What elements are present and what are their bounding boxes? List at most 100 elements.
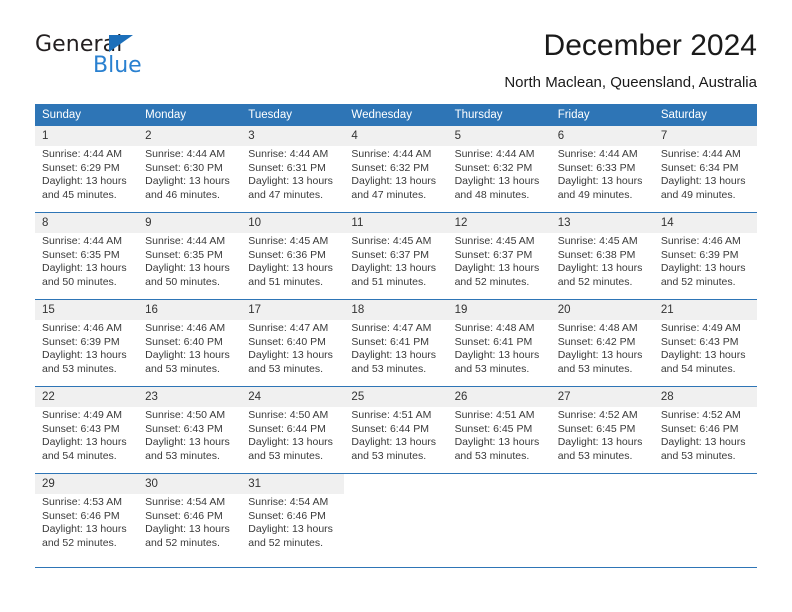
daylight-text-line1: Daylight: 13 hours <box>660 262 746 275</box>
sunrise-text: Sunrise: 4:46 AM <box>42 322 122 334</box>
daylight-text-line2: and 50 minutes. <box>42 275 117 288</box>
day-number: 28 <box>653 386 757 407</box>
sunset-text: Sunset: 6:43 PM <box>660 335 739 348</box>
daylight-text-line1: Daylight: 13 hours <box>42 436 127 449</box>
day-number: 9 <box>138 212 242 233</box>
week-4-date-row: 22 23 24 25 26 27 28 <box>35 386 757 407</box>
daylight-text-line2: and 49 minutes. <box>557 188 633 201</box>
day-number: 1 <box>35 126 139 146</box>
day-cell: Sunrise: 4:45 AM Sunset: 6:37 PM Dayligh… <box>447 233 551 300</box>
day-number: 17 <box>241 299 345 320</box>
day-cell: Sunrise: 4:44 AM Sunset: 6:31 PM Dayligh… <box>241 146 345 213</box>
sunset-text: Sunset: 6:41 PM <box>351 335 430 348</box>
sunrise-text: Sunrise: 4:46 AM <box>145 322 226 334</box>
week-4-info-row: Sunrise: 4:49 AM Sunset: 6:43 PM Dayligh… <box>35 407 757 474</box>
day-cell: Sunrise: 4:44 AM Sunset: 6:33 PM Dayligh… <box>550 146 654 213</box>
daylight-text-line2: and 47 minutes. <box>248 188 323 201</box>
empty-day-number <box>653 473 757 494</box>
empty-day-cell <box>653 494 757 560</box>
daylight-text-line2: and 52 minutes. <box>42 536 117 549</box>
sunrise-text: Sunrise: 4:50 AM <box>248 409 329 421</box>
calendar-grid: Sunday Monday Tuesday Wednesday Thursday… <box>35 104 757 560</box>
sunrise-text: Sunrise: 4:45 AM <box>351 235 432 247</box>
daylight-text-line1: Daylight: 13 hours <box>660 175 746 188</box>
day-number: 29 <box>35 473 139 494</box>
daylight-text-line1: Daylight: 13 hours <box>557 349 643 362</box>
sunset-text: Sunset: 6:38 PM <box>557 248 636 261</box>
daylight-text-line1: Daylight: 13 hours <box>145 436 230 449</box>
daylight-text-line2: and 52 minutes. <box>248 536 323 549</box>
sunrise-text: Sunrise: 4:45 AM <box>557 235 638 247</box>
day-number: 27 <box>550 386 654 407</box>
sunrise-text: Sunrise: 4:49 AM <box>42 409 122 421</box>
sunset-text: Sunset: 6:42 PM <box>557 335 636 348</box>
daylight-text-line1: Daylight: 13 hours <box>454 349 540 362</box>
daylight-text-line2: and 51 minutes. <box>248 275 323 288</box>
day-number: 11 <box>344 212 448 233</box>
sunset-text: Sunset: 6:33 PM <box>557 161 636 174</box>
daylight-text-line2: and 54 minutes. <box>42 449 117 462</box>
day-cell: Sunrise: 4:44 AM Sunset: 6:30 PM Dayligh… <box>138 146 242 213</box>
sunrise-text: Sunrise: 4:44 AM <box>42 235 122 247</box>
sunset-text: Sunset: 6:41 PM <box>454 335 533 348</box>
empty-day-number <box>550 473 654 494</box>
daylight-text-line1: Daylight: 13 hours <box>42 523 127 536</box>
sunset-text: Sunset: 6:35 PM <box>42 248 120 261</box>
day-number: 2 <box>138 126 242 146</box>
day-number: 14 <box>653 212 757 233</box>
daylight-text-line1: Daylight: 13 hours <box>557 175 643 188</box>
weekday-header-row: Sunday Monday Tuesday Wednesday Thursday… <box>35 104 757 126</box>
daylight-text-line1: Daylight: 13 hours <box>351 349 437 362</box>
week-5-info-row: Sunrise: 4:53 AM Sunset: 6:46 PM Dayligh… <box>35 494 757 560</box>
day-number: 23 <box>138 386 242 407</box>
day-cell: Sunrise: 4:52 AM Sunset: 6:45 PM Dayligh… <box>550 407 654 474</box>
sunrise-text: Sunrise: 4:51 AM <box>454 409 535 421</box>
day-cell: Sunrise: 4:49 AM Sunset: 6:43 PM Dayligh… <box>35 407 139 474</box>
weekday-header-monday: Monday <box>138 104 242 126</box>
daylight-text-line2: and 53 minutes. <box>248 362 323 375</box>
sunrise-text: Sunrise: 4:51 AM <box>351 409 432 421</box>
sunrise-text: Sunrise: 4:45 AM <box>248 235 329 247</box>
day-number: 24 <box>241 386 345 407</box>
day-cell: Sunrise: 4:44 AM Sunset: 6:34 PM Dayligh… <box>653 146 757 213</box>
week-1-info-row: Sunrise: 4:44 AM Sunset: 6:29 PM Dayligh… <box>35 146 757 213</box>
logo-text-blue: Blue <box>93 53 142 78</box>
sunset-text: Sunset: 6:43 PM <box>42 422 120 435</box>
day-cell: Sunrise: 4:44 AM Sunset: 6:32 PM Dayligh… <box>447 146 551 213</box>
day-cell: Sunrise: 4:45 AM Sunset: 6:37 PM Dayligh… <box>344 233 448 300</box>
daylight-text-line1: Daylight: 13 hours <box>145 262 230 275</box>
sunset-text: Sunset: 6:46 PM <box>248 509 326 522</box>
day-cell: Sunrise: 4:49 AM Sunset: 6:43 PM Dayligh… <box>653 320 757 387</box>
day-number: 5 <box>447 126 551 146</box>
weekday-header-friday: Friday <box>550 104 654 126</box>
empty-day-cell <box>447 494 551 560</box>
sunrise-text: Sunrise: 4:44 AM <box>145 235 226 247</box>
day-cell: Sunrise: 4:51 AM Sunset: 6:45 PM Dayligh… <box>447 407 551 474</box>
week-3-date-row: 15 16 17 18 19 20 21 <box>35 299 757 320</box>
weekday-header-wednesday: Wednesday <box>344 104 448 126</box>
day-cell: Sunrise: 4:44 AM Sunset: 6:32 PM Dayligh… <box>344 146 448 213</box>
sunrise-text: Sunrise: 4:44 AM <box>42 148 122 160</box>
week-2-date-row: 8 9 10 11 12 13 14 <box>35 212 757 233</box>
sunrise-text: Sunrise: 4:50 AM <box>145 409 226 421</box>
day-number: 26 <box>447 386 551 407</box>
day-number: 10 <box>241 212 345 233</box>
day-cell: Sunrise: 4:52 AM Sunset: 6:46 PM Dayligh… <box>653 407 757 474</box>
sunrise-text: Sunrise: 4:47 AM <box>351 322 432 334</box>
location-subtitle: North Maclean, Queensland, Australia <box>504 74 757 91</box>
daylight-text-line2: and 49 minutes. <box>660 188 736 201</box>
daylight-text-line2: and 53 minutes. <box>454 449 530 462</box>
daylight-text-line2: and 53 minutes. <box>557 449 633 462</box>
sunrise-text: Sunrise: 4:48 AM <box>557 322 638 334</box>
day-cell: Sunrise: 4:54 AM Sunset: 6:46 PM Dayligh… <box>241 494 345 560</box>
daylight-text-line1: Daylight: 13 hours <box>351 436 437 449</box>
daylight-text-line2: and 45 minutes. <box>42 188 117 201</box>
day-number: 31 <box>241 473 345 494</box>
day-cell: Sunrise: 4:48 AM Sunset: 6:42 PM Dayligh… <box>550 320 654 387</box>
day-number: 20 <box>550 299 654 320</box>
sunset-text: Sunset: 6:32 PM <box>454 161 533 174</box>
daylight-text-line1: Daylight: 13 hours <box>248 175 333 188</box>
daylight-text-line1: Daylight: 13 hours <box>145 175 230 188</box>
general-blue-logo[interactable]: General Blue <box>35 32 195 88</box>
daylight-text-line2: and 48 minutes. <box>454 188 530 201</box>
